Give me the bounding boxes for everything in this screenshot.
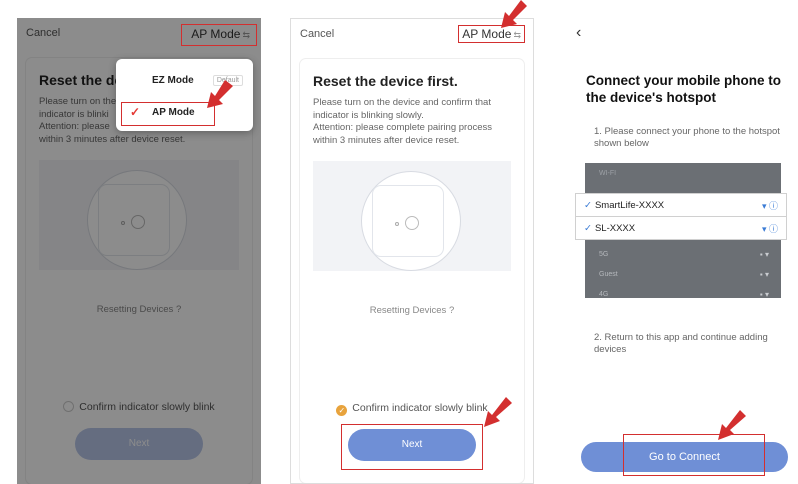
- hotspot-row-sl[interactable]: ✓ SL-XXXX ▾ ⓘ: [575, 216, 787, 240]
- check-icon: ✓: [584, 200, 592, 211]
- wifi-signal-icon: ▪ ▾: [759, 250, 769, 259]
- wifi-info-icon: ▾ ⓘ: [761, 224, 778, 234]
- page-title: Reset the device first.: [313, 73, 458, 89]
- screen-ap-mode-menu: Cancel AP Mode ⇆ Reset the de Please turn…: [17, 18, 261, 484]
- highlight-box-mode: [181, 24, 257, 46]
- pointer-arrow-icon: [207, 80, 233, 108]
- wifi-info-icon: ▾ ⓘ: [761, 201, 778, 211]
- network-name: Guest: [599, 271, 618, 278]
- network-name: 4G: [599, 291, 609, 298]
- pointer-arrow-icon: [718, 410, 746, 440]
- smart-plug-image: [373, 186, 443, 256]
- pointer-arrow-icon: [501, 0, 527, 28]
- device-illustration: [313, 161, 511, 271]
- step-two-text: 2. Return to this app and continue addin…: [594, 332, 768, 355]
- page-title: Connect your mobile phone to the device'…: [586, 73, 781, 105]
- check-icon: ✓: [584, 223, 592, 234]
- hotspot-name: SL-XXXX: [594, 223, 636, 234]
- indicator-dot: [395, 222, 399, 226]
- wifi-network-row: 4G ▪ ▾: [585, 284, 781, 298]
- power-button-icon: [405, 216, 419, 230]
- wifi-network-row: 5G ▪ ▾: [585, 244, 781, 266]
- wifi-header: WI-FI: [599, 170, 617, 177]
- hotspot-row-smartlife[interactable]: ✓ SmartLife-XXXX ▾ ⓘ: [575, 193, 787, 217]
- wifi-signal-icon: ▪ ▾: [759, 290, 769, 298]
- resetting-devices-link[interactable]: Resetting Devices ?: [300, 305, 524, 316]
- screen-connect-hotspot: ‹ Connect your mobile phone to the devic…: [567, 18, 798, 484]
- checked-icon: ✓: [336, 405, 348, 416]
- cancel-button[interactable]: Cancel: [300, 28, 334, 40]
- wifi-network-row: Guest ▪ ▾: [585, 264, 781, 286]
- pointer-arrow-icon: [484, 397, 512, 427]
- highlight-box-ap-mode: [121, 102, 215, 126]
- instructions: Please turn on the device and confirm th…: [313, 97, 493, 146]
- wifi-signal-icon: ▪ ▾: [759, 270, 769, 279]
- ez-mode-label: EZ Mode: [152, 75, 194, 86]
- confirm-label: Confirm indicator slowly blink: [352, 402, 488, 414]
- hotspot-name: SmartLife-XXXX: [594, 200, 665, 211]
- back-arrow-icon[interactable]: ‹: [576, 24, 581, 42]
- highlight-box-next: [341, 424, 483, 470]
- step-one-text: 1. Please connect your phone to the hots…: [594, 126, 780, 149]
- network-name: 5G: [599, 251, 609, 258]
